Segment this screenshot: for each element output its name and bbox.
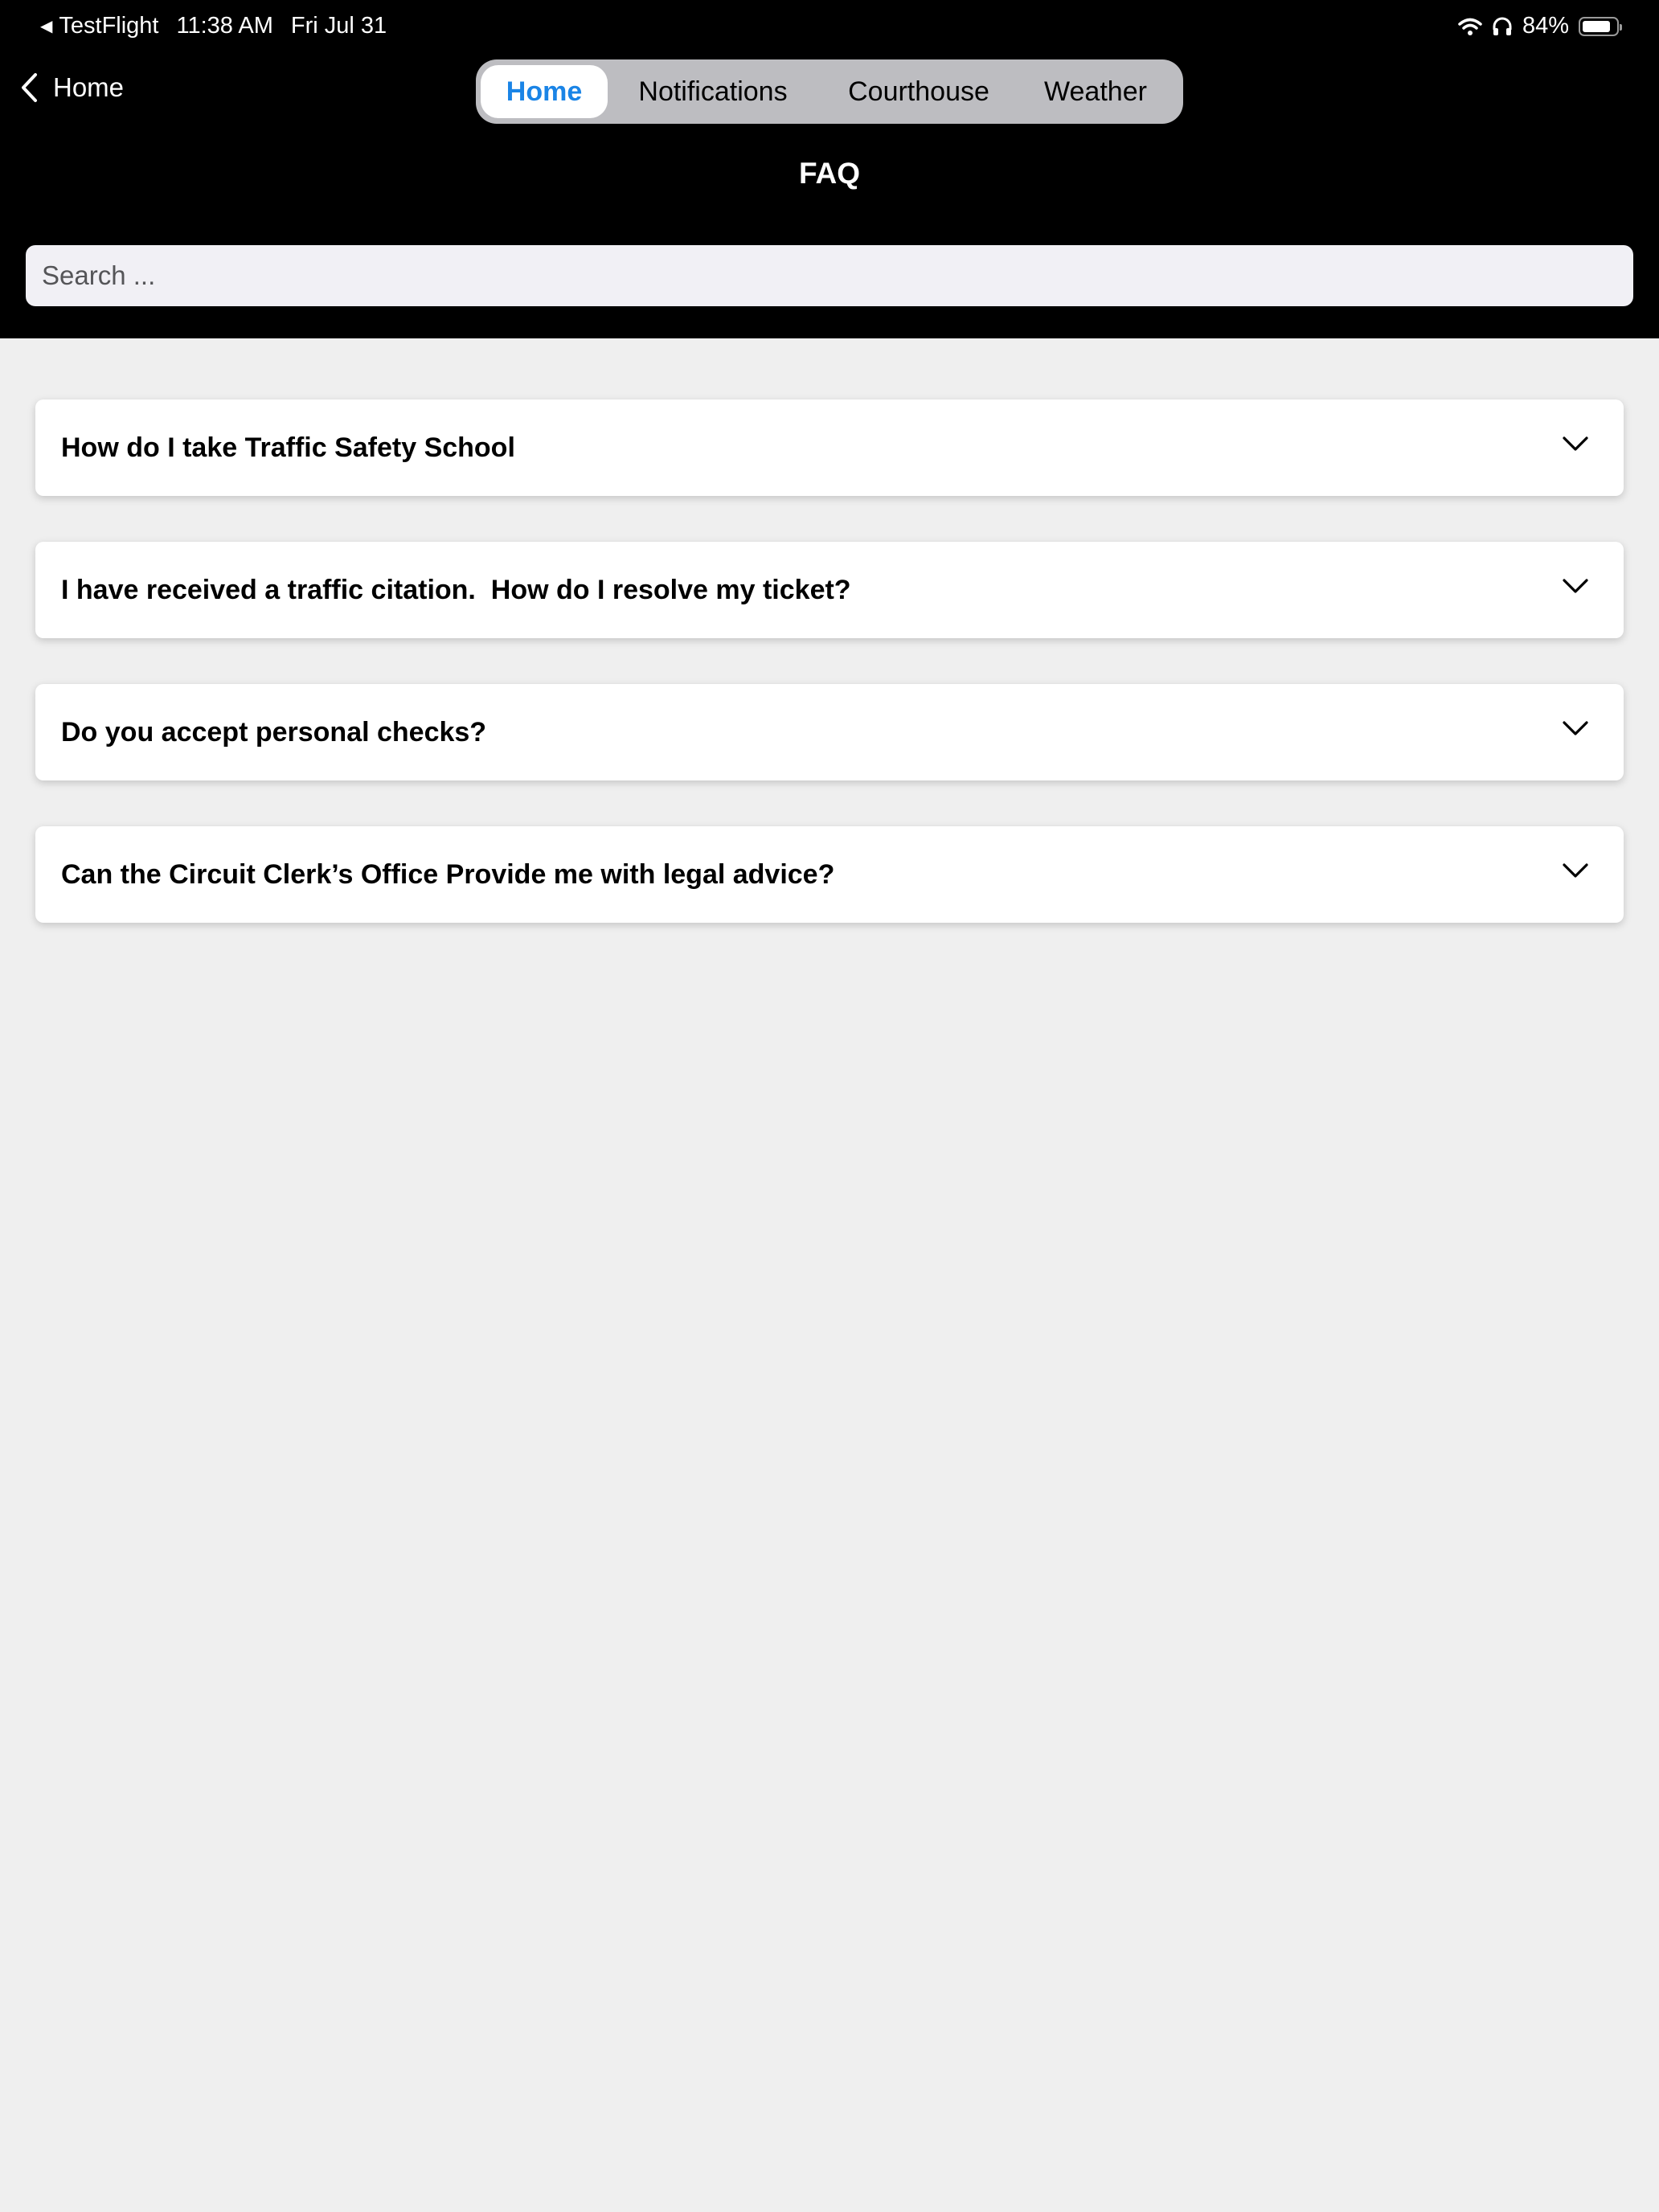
battery-icon bbox=[1579, 16, 1622, 36]
chevron-down-icon[interactable] bbox=[1563, 862, 1588, 879]
chevron-down-icon[interactable] bbox=[1563, 720, 1588, 736]
chevron-down-icon[interactable] bbox=[1563, 436, 1588, 452]
header: ◀ TestFlight 11:38 AM Fri Jul 31 84% Hom… bbox=[0, 0, 1659, 338]
tab-home[interactable]: Home bbox=[481, 65, 608, 118]
search-box bbox=[26, 245, 1633, 306]
status-time: 11:38 AM bbox=[176, 13, 273, 39]
tab-weather[interactable]: Weather bbox=[1019, 65, 1172, 118]
faq-list: How do I take Traffic Safety School I ha… bbox=[35, 399, 1624, 969]
back-to-app-icon[interactable]: ◀ bbox=[40, 16, 52, 36]
tab-courthouse[interactable]: Courthouse bbox=[818, 65, 1019, 118]
back-button-label: Home bbox=[53, 72, 125, 102]
battery-percent: 84% bbox=[1522, 13, 1569, 39]
faq-question: How do I take Traffic Safety School bbox=[61, 432, 515, 463]
chevron-left-icon bbox=[22, 73, 37, 102]
faq-item[interactable]: How do I take Traffic Safety School bbox=[35, 399, 1624, 496]
status-left: ◀ TestFlight 11:38 AM Fri Jul 31 bbox=[40, 13, 387, 39]
page-title: FAQ bbox=[798, 157, 861, 190]
headphones-icon bbox=[1492, 17, 1513, 36]
status-right: 84% bbox=[1458, 13, 1622, 39]
battery-fill bbox=[1583, 20, 1610, 32]
tab-notifications[interactable]: Notifications bbox=[608, 65, 818, 118]
faq-item[interactable]: I have received a traffic citation. How … bbox=[35, 542, 1624, 638]
segmented-control: Home Notifications Courthouse Weather bbox=[476, 59, 1183, 124]
wifi-icon bbox=[1458, 17, 1482, 36]
back-to-app-label[interactable]: TestFlight bbox=[59, 13, 158, 39]
status-bar: ◀ TestFlight 11:38 AM Fri Jul 31 84% bbox=[0, 0, 1659, 51]
faq-question: Do you accept personal checks? bbox=[61, 716, 487, 748]
status-date: Fri Jul 31 bbox=[290, 13, 387, 39]
chevron-down-icon[interactable] bbox=[1563, 578, 1588, 594]
faq-question: I have received a traffic citation. How … bbox=[61, 574, 851, 605]
search-input[interactable] bbox=[40, 260, 1619, 292]
faq-item[interactable]: Can the Circuit Clerk’s Office Provide m… bbox=[35, 826, 1624, 923]
faq-item[interactable]: Do you accept personal checks? bbox=[35, 684, 1624, 780]
back-button[interactable]: Home bbox=[19, 72, 124, 103]
faq-question: Can the Circuit Clerk’s Office Provide m… bbox=[61, 858, 835, 890]
